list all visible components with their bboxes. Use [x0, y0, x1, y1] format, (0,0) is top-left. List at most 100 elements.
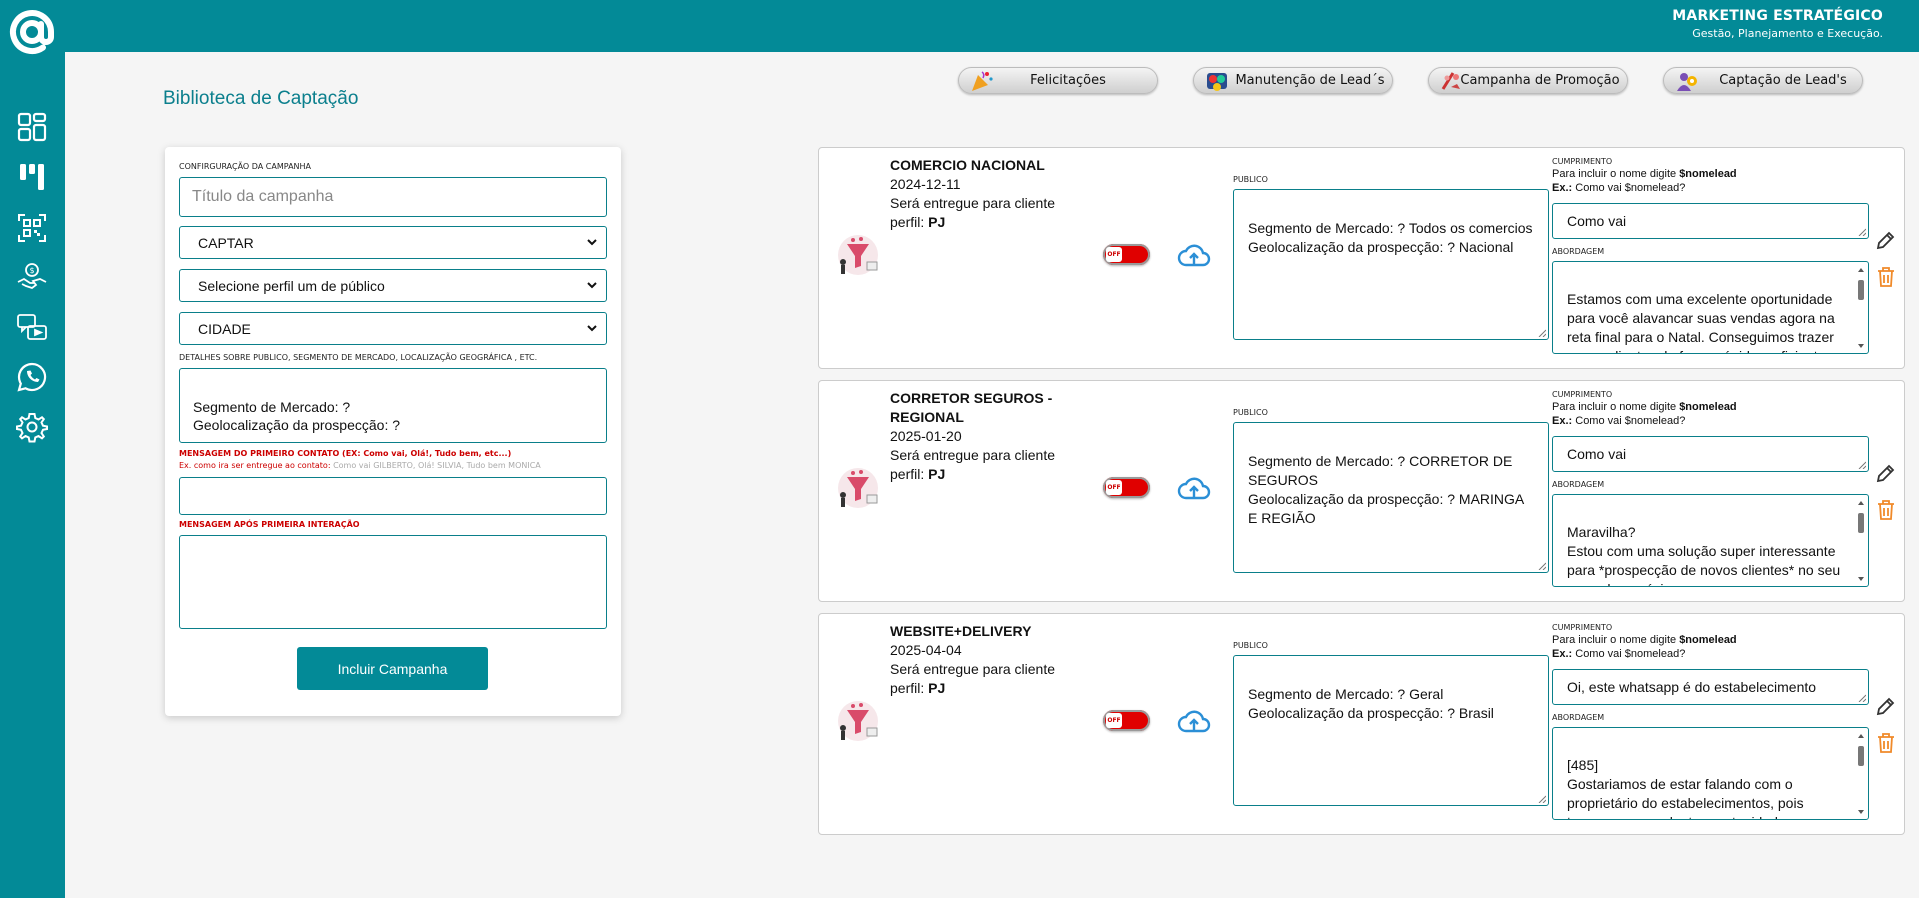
- publico-text: Segmento de Mercado: ? Todos os comercio…: [1248, 220, 1533, 255]
- after-interaction-label: MENSAGEM APÓS PRIMEIRA INTERAÇÃO: [179, 520, 360, 529]
- abordagem-textarea[interactable]: Estamos com uma excelente oportunidade p…: [1552, 261, 1869, 354]
- resize-handle-icon[interactable]: [1538, 562, 1546, 570]
- kanban-icon[interactable]: [15, 160, 49, 194]
- audience-profile-select[interactable]: Selecione perfil um de público: [179, 269, 607, 302]
- cumprimento-label: CUMPRIMENTO: [1552, 390, 1613, 399]
- campaign-active-toggle[interactable]: OFF: [1103, 710, 1150, 731]
- cumprimento-label: CUMPRIMENTO: [1552, 623, 1613, 632]
- cloud-upload-icon[interactable]: [1177, 709, 1211, 735]
- campaign-active-toggle[interactable]: OFF: [1103, 244, 1150, 265]
- campaign-card-3: WEBSITE+DELIVERY 2025-04-04 Será entregu…: [818, 613, 1905, 835]
- scrollbar[interactable]: [1856, 266, 1866, 350]
- audience-profile-value: Selecione perfil um de público: [198, 277, 385, 294]
- promotion-icon: [1441, 72, 1460, 90]
- campaign-type-select[interactable]: CAPTAR: [179, 226, 607, 259]
- nav-captacao-label: Captação de Lead's: [1719, 73, 1847, 88]
- abordagem-label: ABORDAGEM: [1552, 713, 1605, 722]
- at-sign-icon[interactable]: [4, 4, 60, 60]
- cumprimento-hint: Para incluir o nome digite $nomelead: [1552, 633, 1737, 647]
- campaign-config-form: CONFIRGURAÇÃO DA CAMPANHA CAPTAR Selecio…: [165, 147, 621, 716]
- campaign-name: COMERCIO NACIONAL: [890, 157, 1045, 173]
- city-select[interactable]: CIDADE: [179, 312, 607, 345]
- abordagem-label: ABORDAGEM: [1552, 247, 1605, 256]
- nav-promocao-button[interactable]: Campanha de Promoção: [1428, 67, 1628, 94]
- pencil-edit-icon[interactable]: [1874, 230, 1896, 252]
- chat-media-icon[interactable]: [15, 311, 49, 345]
- top-bar: MARKETING ESTRATÉGICO Gestão, Planejamen…: [0, 0, 1919, 52]
- resize-handle-icon[interactable]: [1538, 795, 1546, 803]
- city-value: CIDADE: [198, 320, 251, 337]
- handshake-money-icon[interactable]: $: [15, 261, 49, 295]
- first-contact-textarea[interactable]: [179, 477, 607, 515]
- cumprimento-input[interactable]: Como vai: [1552, 203, 1869, 239]
- cumprimento-hint: Para incluir o nome digite $nomelead: [1552, 400, 1737, 414]
- chevron-down-icon: [587, 282, 597, 289]
- cumprimento-example: Ex.: Como vai $nomelead?: [1552, 414, 1685, 428]
- gear-icon[interactable]: [15, 410, 49, 444]
- resize-handle-icon[interactable]: [1538, 329, 1546, 337]
- campaign-active-toggle[interactable]: OFF: [1103, 477, 1150, 498]
- resize-handle-icon[interactable]: [1858, 228, 1866, 236]
- abordagem-textarea[interactable]: Maravilha? Estou com uma solução super i…: [1552, 494, 1869, 587]
- whatsapp-icon[interactable]: [15, 360, 49, 394]
- campaign-meta: 2025-04-04 Será entregue para cliente pe…: [890, 641, 1075, 698]
- nav-manutencao-button[interactable]: Manutenção de Lead´s: [1193, 67, 1393, 94]
- nav-felicitacoes-button[interactable]: Felicitações: [958, 67, 1158, 94]
- publico-textarea[interactable]: Segmento de Mercado: ? Todos os comercio…: [1233, 189, 1549, 340]
- sidebar: $: [0, 0, 65, 898]
- qr-code-icon[interactable]: [15, 211, 49, 245]
- campaign-profile-label: perfil:: [890, 214, 925, 230]
- first-contact-example-text: Como vai GILBERTO, Olá! SILVIA, Tudo bem…: [333, 461, 541, 470]
- nav-captacao-button[interactable]: Captação de Lead's: [1663, 67, 1863, 94]
- pencil-edit-icon[interactable]: [1874, 696, 1896, 718]
- first-contact-label: MENSAGEM DO PRIMEIRO CONTATO (EX: Como v…: [179, 449, 512, 458]
- cumprimento-input[interactable]: Como vai: [1552, 436, 1869, 472]
- include-campaign-button[interactable]: Incluir Campanha: [297, 647, 488, 690]
- scrollbar[interactable]: [1856, 499, 1866, 583]
- toggle-off-label: OFF: [1106, 480, 1122, 495]
- publico-textarea[interactable]: Segmento de Mercado: ? CORRETOR DE SEGUR…: [1233, 422, 1549, 573]
- first-contact-example-prefix: Ex. como ira ser entregue ao contato:: [179, 461, 331, 470]
- scrollbar[interactable]: [1856, 732, 1866, 816]
- campaign-profile-value: PJ: [928, 680, 946, 696]
- cumprimento-hint: Para incluir o nome digite $nomelead: [1552, 167, 1737, 181]
- chevron-down-icon: [587, 239, 597, 246]
- cloud-upload-icon[interactable]: [1177, 243, 1211, 269]
- campaign-date: 2025-04-04: [890, 642, 962, 658]
- details-label: DETALHES SOBRE PUBLICO, SEGMENTO DE MERC…: [179, 353, 538, 362]
- config-section-label: CONFIRGURAÇÃO DA CAMPANHA: [179, 162, 312, 171]
- trash-icon[interactable]: [1876, 266, 1896, 288]
- cumprimento-ex-text: Como vai $nomelead?: [1575, 648, 1686, 660]
- abordagem-textarea[interactable]: [485] Gostariamos de estar falando com o…: [1552, 727, 1869, 820]
- first-contact-example: Ex. como ira ser entregue ao contato: Co…: [179, 461, 541, 470]
- funnel-illustration-icon: [838, 701, 878, 741]
- campaign-profile: perfil: PJ: [890, 465, 1075, 484]
- trash-icon[interactable]: [1876, 499, 1896, 521]
- details-textarea[interactable]: Segmento de Mercado: ? Geolocalização da…: [179, 368, 607, 443]
- campaign-name: WEBSITE+DELIVERY: [890, 623, 1032, 639]
- campaign-delivered: Será entregue para cliente: [890, 195, 1055, 211]
- campaign-date: 2025-01-20: [890, 428, 962, 444]
- brand-subtitle: Gestão, Planejamento e Execução.: [1692, 27, 1883, 40]
- after-interaction-textarea[interactable]: [179, 535, 607, 629]
- cumprimento-ex-text: Como vai $nomelead?: [1575, 415, 1686, 427]
- toggle-off-label: OFF: [1106, 247, 1122, 262]
- cumprimento-input[interactable]: Oi, este whatsapp é do estabelecimento: [1552, 669, 1869, 705]
- trash-icon[interactable]: [1876, 732, 1896, 754]
- campaign-delivered: Será entregue para cliente: [890, 447, 1055, 463]
- campaign-profile: perfil: PJ: [890, 679, 1075, 698]
- publico-text: Segmento de Mercado: ? CORRETOR DE SEGUR…: [1248, 453, 1524, 526]
- megaphone-icon: [1207, 73, 1227, 91]
- cloud-upload-icon[interactable]: [1177, 476, 1211, 502]
- publico-textarea[interactable]: Segmento de Mercado: ? Geral Geolocaliza…: [1233, 655, 1549, 806]
- dashboard-icon[interactable]: [15, 110, 49, 144]
- campaign-title-input[interactable]: [179, 177, 607, 217]
- nav-promocao-label: Campanha de Promoção: [1460, 73, 1620, 88]
- pencil-edit-icon[interactable]: [1874, 463, 1896, 485]
- cumprimento-example: Ex.: Como vai $nomelead?: [1552, 647, 1685, 661]
- resize-handle-icon[interactable]: [1858, 461, 1866, 469]
- resize-handle-icon[interactable]: [1858, 694, 1866, 702]
- publico-label: PUBLICO: [1233, 641, 1268, 650]
- cumprimento-var: $nomelead: [1679, 168, 1737, 180]
- svg-text:$: $: [29, 266, 34, 275]
